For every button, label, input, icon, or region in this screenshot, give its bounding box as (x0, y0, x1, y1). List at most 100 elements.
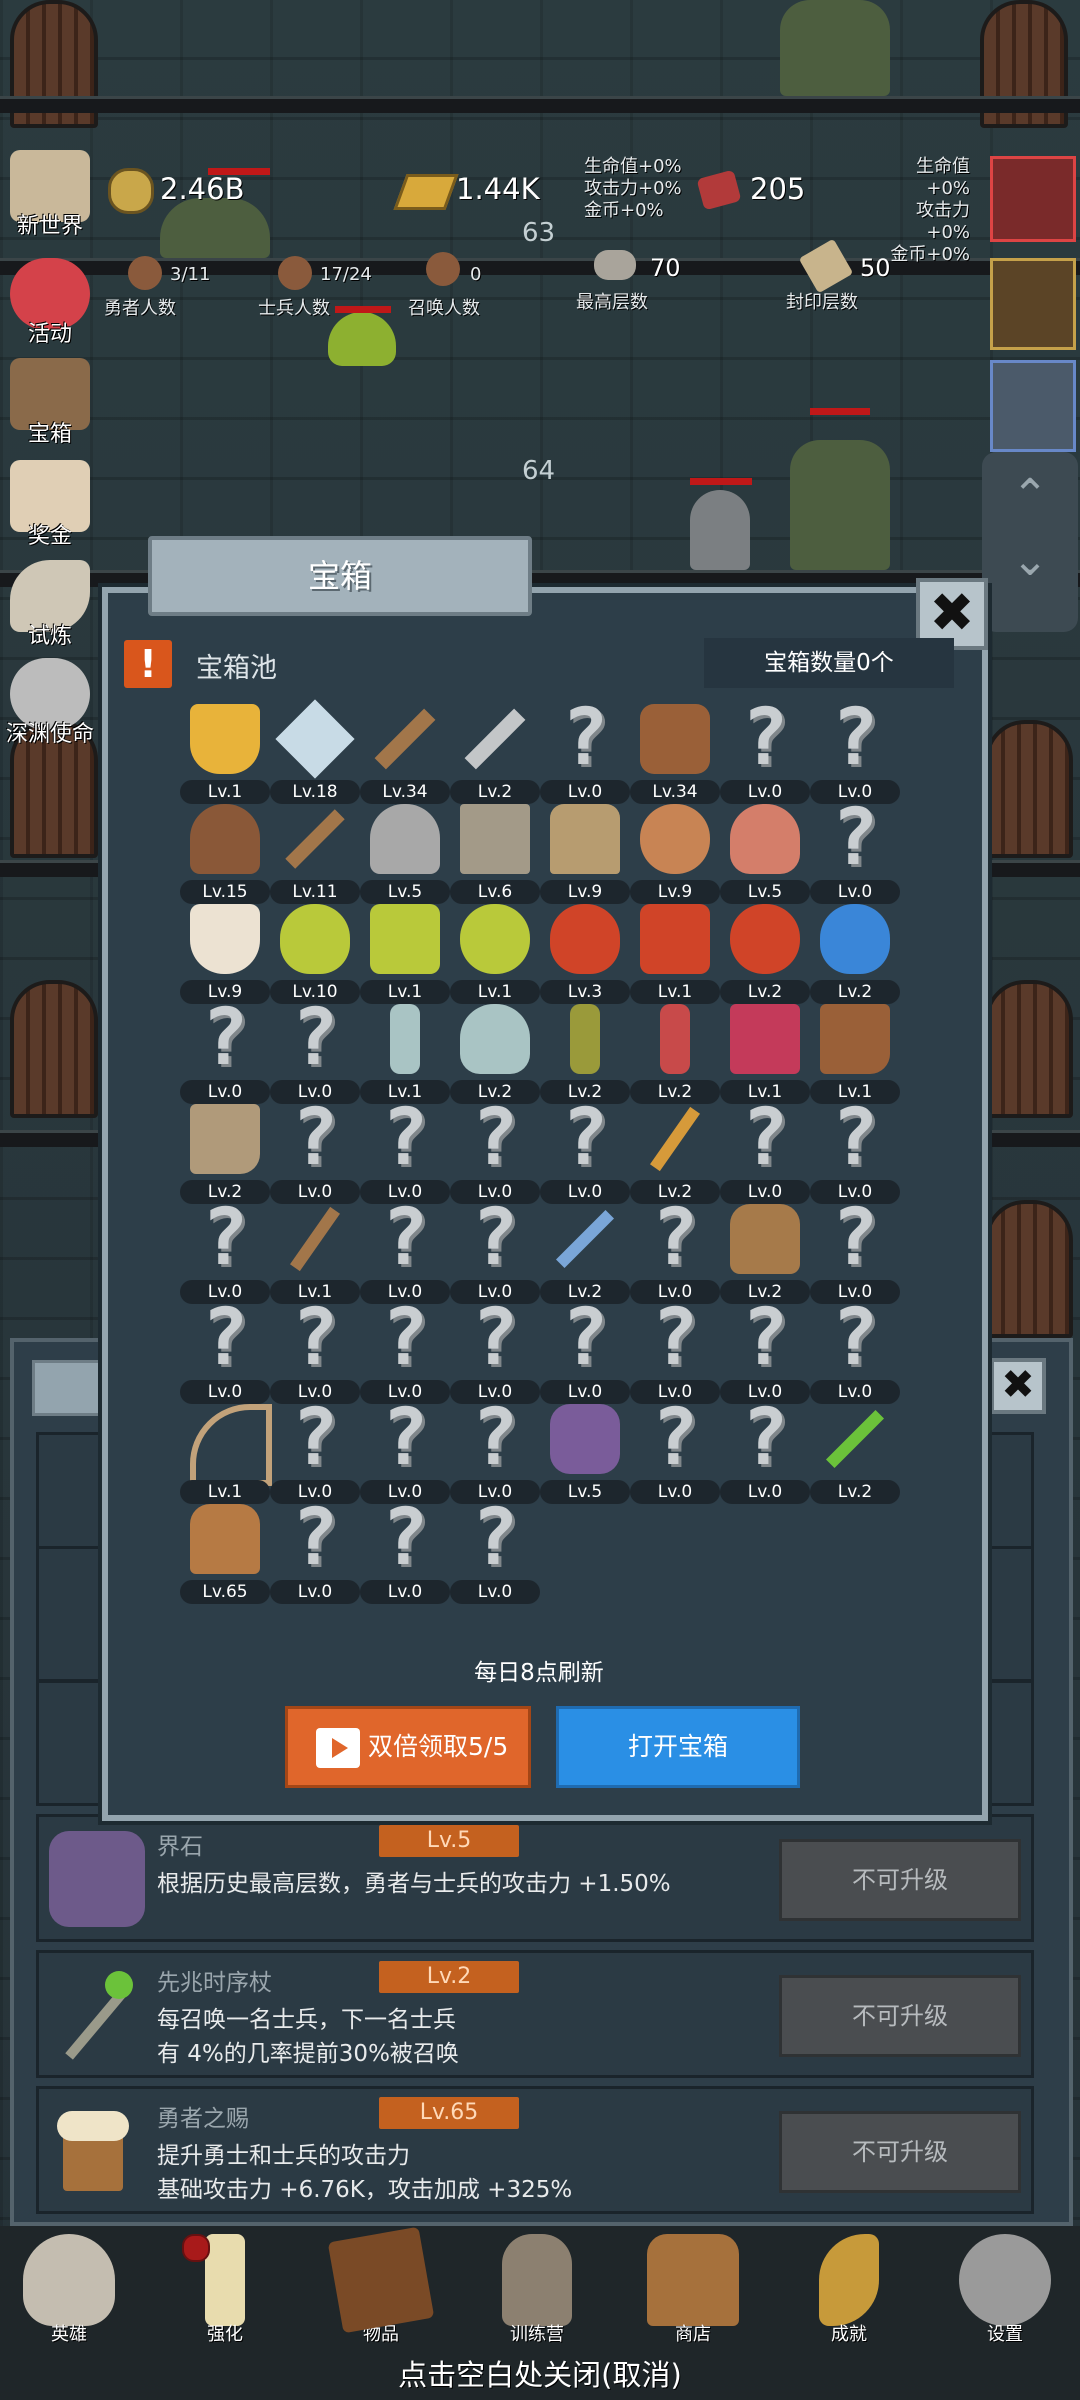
chest-item-slot[interactable]: Lv.9 (630, 804, 720, 904)
chest-item-slot[interactable]: ? Lv.0 (180, 1198, 270, 1304)
chest-item-slot[interactable]: Lv.1 (180, 704, 270, 804)
chest-item-slot[interactable]: ? Lv.0 (720, 698, 810, 804)
side-menu-abyss[interactable]: 深渊使命 (0, 658, 100, 748)
chest-item-slot[interactable]: ? Lv.0 (540, 1098, 630, 1204)
chest-item-slot[interactable]: Lv.1 (720, 1004, 810, 1104)
chest-item-slot[interactable]: ? Lv.0 (630, 1298, 720, 1404)
chevron-up-icon[interactable]: ⌃ (982, 470, 1078, 521)
chevron-down-icon[interactable]: ⌄ (982, 535, 1078, 586)
chest-item-slot[interactable]: Lv.1 (360, 904, 450, 1004)
side-menu-trial[interactable]: 试炼 (0, 560, 100, 650)
chest-item-slot[interactable]: ? Lv.0 (360, 1398, 450, 1504)
nav-hero[interactable]: 英雄 (14, 2234, 124, 2346)
chest-item-slot[interactable]: ? Lv.0 (450, 1398, 540, 1504)
chest-item-slot[interactable]: ? Lv.0 (360, 1098, 450, 1204)
close-hint[interactable]: 点击空白处关闭(取消) (0, 2352, 1080, 2394)
upgrade-button[interactable]: 不可升级 (779, 1975, 1021, 2057)
nav-shop[interactable]: 商店 (638, 2234, 748, 2346)
chest-item-slot[interactable]: Lv.1 (360, 1004, 450, 1104)
chest-item-slot[interactable]: Lv.9 (180, 904, 270, 1004)
chest-item-slot[interactable]: ? Lv.0 (450, 1298, 540, 1404)
chest-item-slot[interactable]: ? Lv.0 (270, 1398, 360, 1504)
chest-item-slot[interactable]: Lv.15 (180, 804, 270, 904)
chest-item-slot[interactable]: Lv.1 (270, 1204, 360, 1304)
chest-item-slot[interactable]: ? Lv.0 (720, 1298, 810, 1404)
chest-item-slot[interactable]: Lv.5 (720, 804, 810, 904)
spellbook-icon[interactable] (990, 360, 1076, 452)
chest-item-slot[interactable]: Lv.11 (270, 804, 360, 904)
chest-item-slot[interactable]: Lv.2 (630, 1004, 720, 1104)
chest-item-slot[interactable]: ? Lv.0 (450, 1498, 540, 1604)
chest-item-slot[interactable]: ? Lv.0 (450, 1098, 540, 1204)
chest-item-slot[interactable]: ? Lv.0 (450, 1198, 540, 1304)
side-menu-bonus[interactable]: 奖金 (0, 460, 100, 550)
unknown-icon: ? (381, 1493, 429, 1583)
chest-item-slot[interactable]: Lv.2 (180, 1104, 270, 1204)
red-bottle-icon (660, 1004, 690, 1074)
chest-item-slot[interactable]: Lv.2 (450, 704, 540, 804)
meat-amount: 205 (750, 172, 806, 206)
chest-item-slot[interactable]: ? Lv.0 (360, 1298, 450, 1404)
chest-item-slot[interactable]: ? Lv.0 (810, 798, 900, 904)
chest-item-slot[interactable]: ? Lv.0 (270, 1298, 360, 1404)
side-menu-chest[interactable]: 宝箱 (0, 358, 100, 448)
nav-training[interactable]: 训练营 (482, 2234, 592, 2346)
chest-item-slot[interactable]: ? Lv.0 (720, 1398, 810, 1504)
chest-item-slot[interactable]: ? Lv.0 (810, 1198, 900, 1304)
chest-item-slot[interactable]: Lv.6 (450, 804, 540, 904)
chest-item-slot[interactable]: ? Lv.0 (180, 998, 270, 1104)
chest-item-slot[interactable]: Lv.2 (720, 904, 810, 1004)
nav-settings[interactable]: 设置 (950, 2234, 1060, 2346)
chest-item-slot[interactable]: ? Lv.0 (360, 1198, 450, 1304)
chest-item-slot[interactable]: ? Lv.0 (270, 1498, 360, 1604)
floor-scroll-control[interactable]: ⌃ ⌄ (982, 452, 1078, 632)
chest-item-slot[interactable]: Lv.5 (360, 804, 450, 904)
chest-item-slot[interactable]: Lv.2 (720, 1204, 810, 1304)
chest-item-slot[interactable]: Lv.9 (540, 804, 630, 904)
chest-item-slot[interactable]: ? Lv.0 (720, 1098, 810, 1204)
chest-item-slot[interactable]: Lv.1 (180, 1404, 272, 1504)
chest-item-slot[interactable]: Lv.2 (450, 1004, 540, 1104)
side-menu-new-world[interactable]: 新世界 (0, 150, 100, 240)
upgrade-button[interactable]: 不可升级 (779, 2111, 1021, 2193)
chest-item-slot[interactable]: ? Lv.0 (180, 1298, 270, 1404)
chest-item-slot[interactable]: Lv.2 (810, 904, 900, 1004)
chest-item-slot[interactable]: Lv.1 (630, 904, 720, 1004)
chest-item-slot[interactable]: ? Lv.0 (270, 998, 360, 1104)
item-level-label: Lv.0 (810, 880, 900, 904)
chest-item-slot[interactable]: Lv.1 (450, 904, 540, 1004)
chest-item-slot[interactable]: ? Lv.0 (360, 1498, 450, 1604)
chest-item-slot[interactable]: ? Lv.0 (540, 1298, 630, 1404)
row-description: 提升勇士和士兵的攻击力 基础攻击力 +6.76K，攻击加成 +325% (157, 2143, 573, 2203)
chest-item-slot[interactable]: ? Lv.0 (810, 698, 900, 804)
chest-item-slot[interactable]: Lv.18 (270, 699, 360, 804)
side-menu-activity[interactable]: 活动 (0, 258, 100, 348)
chest-item-slot[interactable]: Lv.3 (540, 904, 630, 1004)
nav-items[interactable]: 物品 (326, 2226, 436, 2346)
nav-achievement[interactable]: 成就 (794, 2234, 904, 2346)
onion-boss-icon[interactable] (990, 156, 1076, 242)
chest-item-slot[interactable]: ? Lv.0 (630, 1398, 720, 1504)
chest-item-slot[interactable]: ? Lv.0 (540, 698, 630, 804)
chest-item-slot[interactable]: Lv.2 (540, 1004, 630, 1104)
chest-item-slot[interactable]: Lv.34 (360, 704, 450, 804)
panel-close-button[interactable]: ✖ (990, 1358, 1046, 1414)
open-chest-button[interactable]: 打开宝箱 (556, 1706, 800, 1788)
item-level-label: Lv.0 (270, 1180, 360, 1204)
chest-item-slot[interactable]: Lv.1 (810, 1004, 900, 1104)
chest-item-slot[interactable]: Lv.5 (540, 1404, 630, 1504)
chest-item-slot[interactable]: ? Lv.0 (270, 1098, 360, 1204)
chest-item-slot[interactable]: ? Lv.0 (810, 1098, 900, 1204)
chest-item-slot[interactable]: Lv.10 (270, 904, 360, 1004)
double-claim-button[interactable]: 双倍领取5/5 (285, 1706, 531, 1788)
candle-icon[interactable] (990, 258, 1076, 350)
chest-item-slot[interactable]: Lv.2 (540, 1204, 630, 1304)
chest-item-slot[interactable]: ? Lv.0 (810, 1298, 900, 1404)
chest-item-slot[interactable]: Lv.34 (630, 704, 720, 804)
chest-item-slot[interactable]: Lv.65 (180, 1504, 270, 1604)
chest-item-slot[interactable]: Lv.2 (630, 1104, 720, 1204)
chest-item-slot[interactable]: Lv.2 (810, 1404, 900, 1504)
nav-enhance[interactable]: 强化 (170, 2234, 280, 2346)
upgrade-button[interactable]: 不可升级 (779, 1839, 1021, 1921)
chest-item-slot[interactable]: ? Lv.0 (630, 1198, 720, 1304)
